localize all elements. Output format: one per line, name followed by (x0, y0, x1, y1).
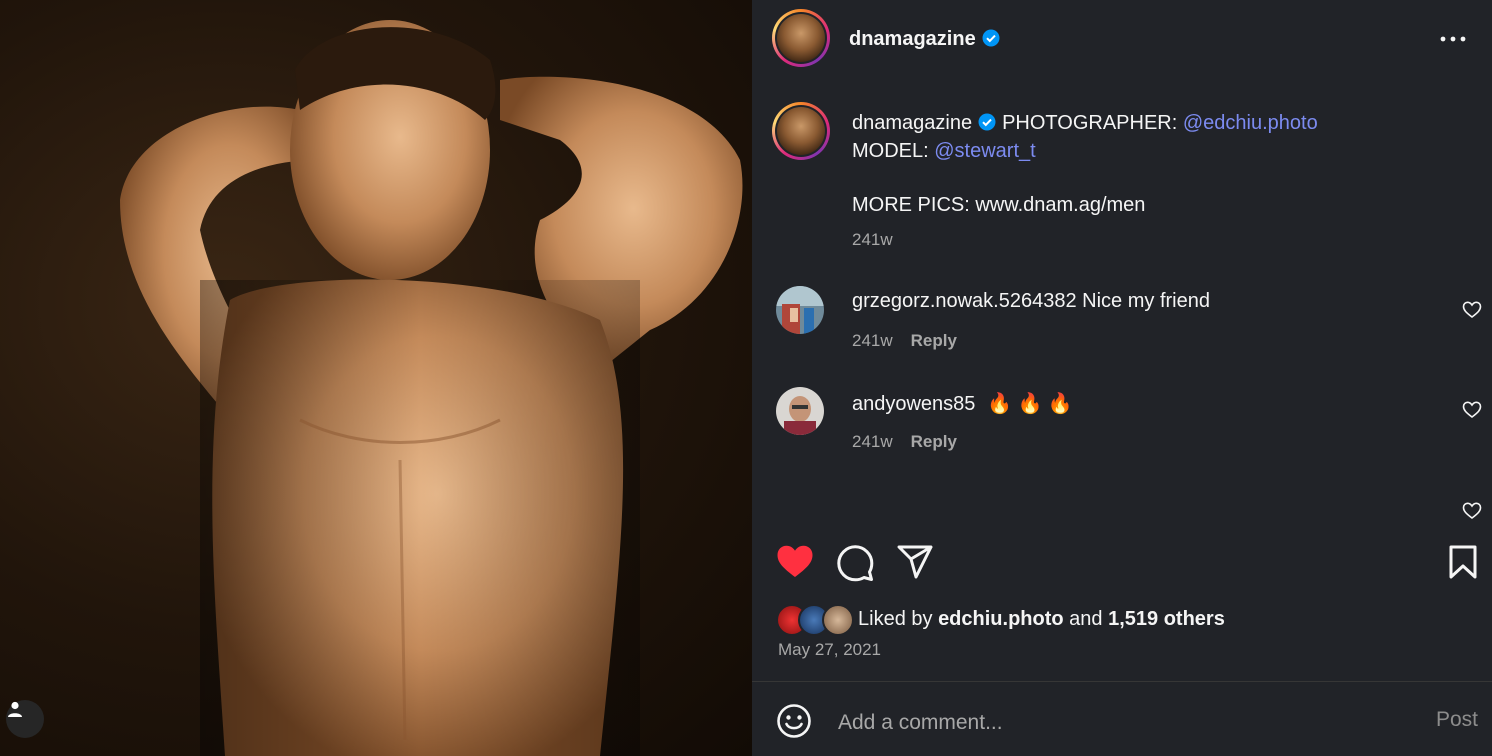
comment-row: grzegorz.nowak.5264382 Nice my friend (852, 290, 1210, 313)
comment-like-heart-icon[interactable] (1462, 400, 1482, 420)
post-photo[interactable] (0, 0, 752, 756)
likes-summary: Liked by edchiu.photo and 1,519 others (858, 608, 1225, 631)
liked-by-avatars[interactable] (776, 604, 856, 636)
comment-text: 🔥 🔥 🔥 (987, 393, 1073, 415)
comment-input[interactable] (836, 706, 1400, 740)
comment-row: andyowens85 🔥 🔥 🔥 (852, 391, 1073, 416)
model-link[interactable]: @stewart_t (934, 140, 1035, 162)
photographer-link[interactable]: @edchiu.photo (1183, 112, 1318, 134)
post-comment-button[interactable]: Post (1436, 708, 1478, 732)
verified-icon (982, 29, 1000, 47)
comment-avatar[interactable] (776, 387, 824, 435)
post-header: dnamagazine (752, 0, 1492, 78)
liked-by-conjunction: and (1069, 608, 1103, 630)
comment-age[interactable]: 241w (852, 331, 893, 350)
verified-icon (978, 113, 996, 131)
comment-age[interactable]: 241w (852, 432, 893, 451)
comment-like-heart-icon[interactable] (1462, 501, 1482, 521)
caption-line-2: MODEL: @stewart_t (852, 140, 1036, 163)
author-username[interactable]: dnamagazine (849, 28, 976, 50)
comment-meta: 241w Reply (852, 432, 957, 452)
model-label: MODEL: (852, 140, 929, 162)
liker-username[interactable]: edchiu.photo (938, 608, 1064, 630)
likes-others-link[interactable]: 1,519 others (1108, 608, 1225, 630)
comment-like-heart-icon[interactable] (1462, 300, 1482, 320)
caption-avatar[interactable] (772, 102, 830, 160)
caption-username[interactable]: dnamagazine (852, 112, 972, 134)
share-icon[interactable] (896, 544, 934, 580)
comment-meta: 241w Reply (852, 331, 957, 351)
heart-icon[interactable] (776, 544, 814, 580)
liked-by-prefix: Liked by (858, 608, 933, 630)
author-username-row[interactable]: dnamagazine (849, 28, 1000, 51)
user-tag-icon[interactable] (6, 700, 44, 738)
comment-text: Nice my friend (1082, 290, 1210, 312)
photographer-label: PHOTOGRAPHER: (1002, 112, 1178, 134)
post-date[interactable]: May 27, 2021 (778, 640, 881, 660)
more-icon[interactable] (1440, 26, 1466, 52)
bookmark-icon[interactable] (1448, 544, 1478, 580)
reply-button[interactable]: Reply (911, 432, 957, 451)
avatar (822, 604, 854, 636)
post-detail-panel: dnamagazine dnamagazine PHOTOGRAPHER: @ed… (752, 0, 1492, 756)
comment-avatar[interactable] (776, 286, 824, 334)
author-avatar[interactable] (772, 9, 830, 67)
reply-button[interactable]: Reply (911, 331, 957, 350)
comment-username[interactable]: andyowens85 (852, 393, 975, 415)
comment-username[interactable]: grzegorz.nowak.5264382 (852, 290, 1077, 312)
emoji-icon[interactable] (776, 703, 812, 739)
divider (752, 681, 1492, 682)
comment-icon[interactable] (836, 544, 874, 582)
photo-illustration (120, 20, 743, 756)
caption-age[interactable]: 241w (852, 230, 893, 250)
more-pics-text: MORE PICS: www.dnam.ag/men (852, 194, 1146, 216)
caption-line-1: dnamagazine PHOTOGRAPHER: @edchiu.photo (852, 112, 1318, 135)
